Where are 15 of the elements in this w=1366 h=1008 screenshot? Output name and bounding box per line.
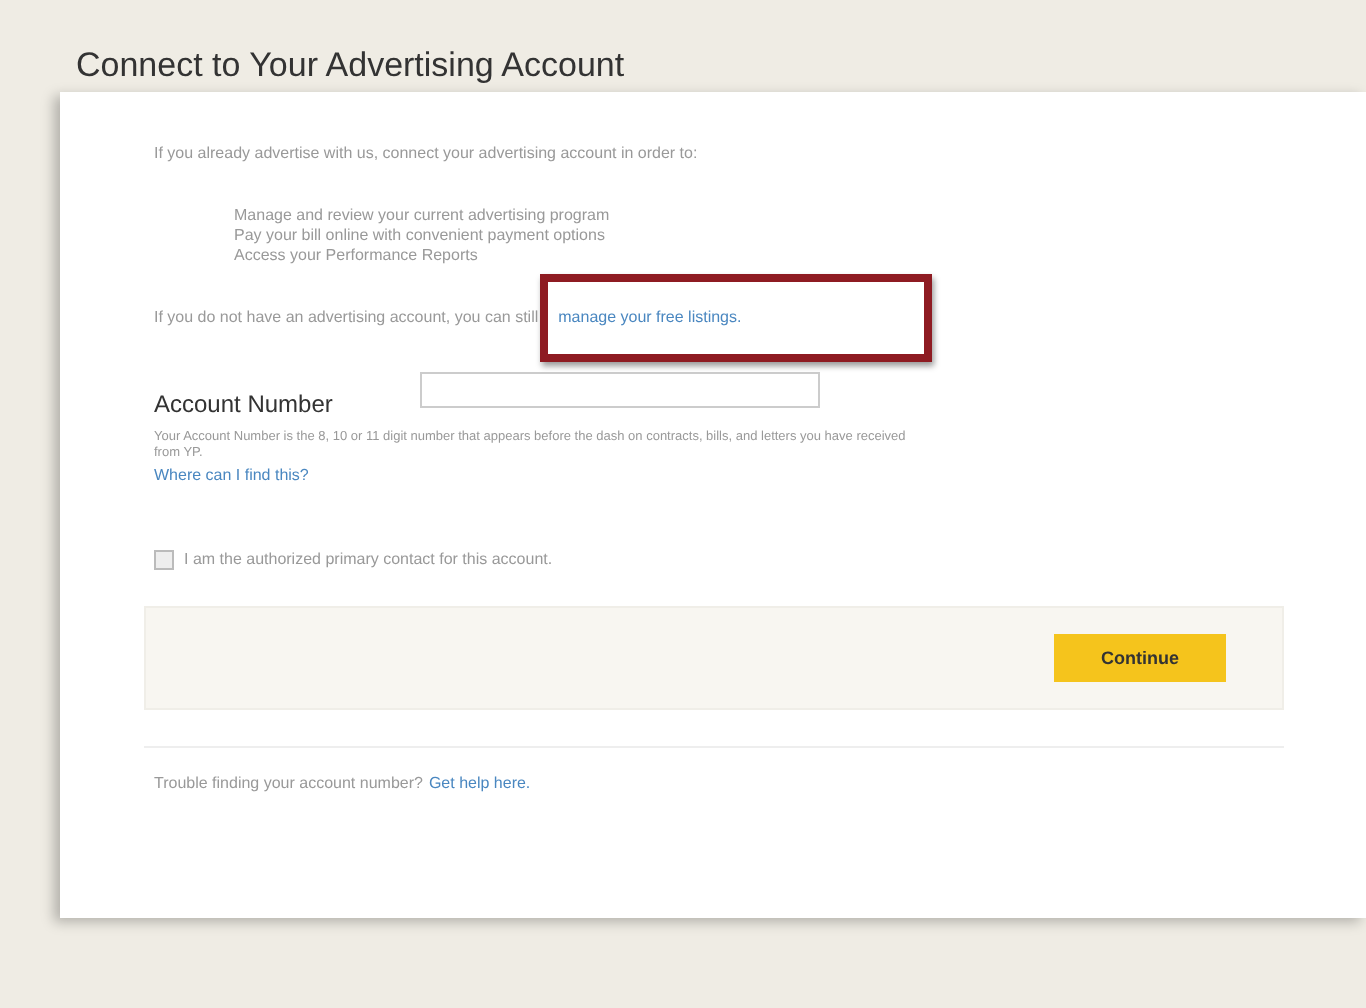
benefit-item: Access your Performance Reports <box>234 246 480 264</box>
find-account-link[interactable]: Where can I find this? <box>154 465 309 484</box>
continue-button[interactable]: Continue <box>1054 633 1226 682</box>
checkbox-label: I am the authorized primary contact for this account. <box>184 550 553 569</box>
free-listings-link[interactable]: manage your free listings. <box>558 308 742 326</box>
benefit-item: Manage and review your current advertising program <box>234 206 612 224</box>
benefit-item: Pay your bill online with convenient payment options <box>234 226 607 244</box>
help-link[interactable]: Get help here. <box>428 773 531 792</box>
account-number-label: Account Number <box>154 390 333 418</box>
page-title: Connect to Your Advertising Account <box>74 44 627 88</box>
no-account-text: If you do not have an advertising account, you can still <box>154 308 539 326</box>
checkbox[interactable] <box>154 549 174 570</box>
intro-text: If you already advertise with us, connect your advertising account in order to: <box>154 144 700 162</box>
trouble-text: Trouble finding your account number? <box>154 773 423 792</box>
account-number-field[interactable] <box>420 372 821 408</box>
